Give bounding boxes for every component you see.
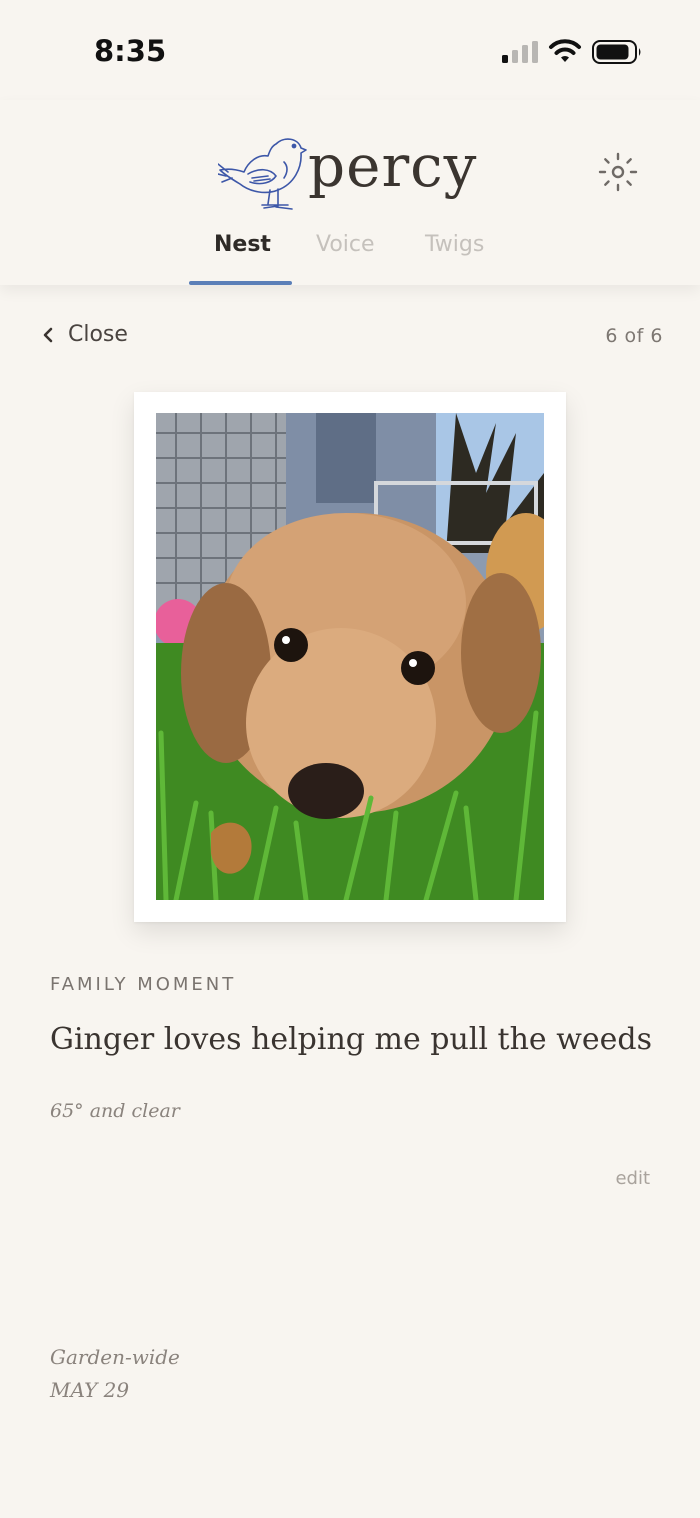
close-button[interactable]: Close bbox=[40, 322, 128, 347]
app-header: percy Nest Voice Twigs bbox=[0, 100, 700, 285]
tab-voice[interactable]: Voice bbox=[316, 232, 375, 257]
moment-date: MAY 29 bbox=[50, 1378, 130, 1402]
dog-photo[interactable] bbox=[156, 413, 544, 900]
app-logo-text: percy bbox=[308, 132, 478, 200]
status-time: 8:35 bbox=[94, 34, 167, 68]
bird-logo-icon bbox=[218, 138, 307, 210]
edit-link[interactable]: edit bbox=[615, 1168, 650, 1189]
sun-settings-icon[interactable] bbox=[598, 152, 638, 192]
photo-counter: 6 of 6 bbox=[605, 325, 663, 347]
tab-nest[interactable]: Nest bbox=[214, 232, 271, 257]
moment-weather: 65° and clear bbox=[50, 1100, 180, 1122]
active-tab-indicator bbox=[189, 281, 292, 285]
moment-title: Ginger loves helping me pull the weeds bbox=[50, 1022, 652, 1057]
tab-twigs[interactable]: Twigs bbox=[425, 232, 484, 257]
status-bar: 8:35 bbox=[0, 0, 700, 100]
cellular-signal-icon bbox=[502, 41, 538, 63]
moment-category: FAMILY MOMENT bbox=[50, 974, 237, 995]
close-label: Close bbox=[68, 322, 128, 347]
battery-icon bbox=[592, 40, 641, 64]
photo-frame bbox=[134, 392, 566, 922]
chevron-left-icon bbox=[43, 327, 53, 342]
moment-location: Garden-wide bbox=[50, 1345, 180, 1369]
wifi-icon bbox=[549, 39, 581, 62]
